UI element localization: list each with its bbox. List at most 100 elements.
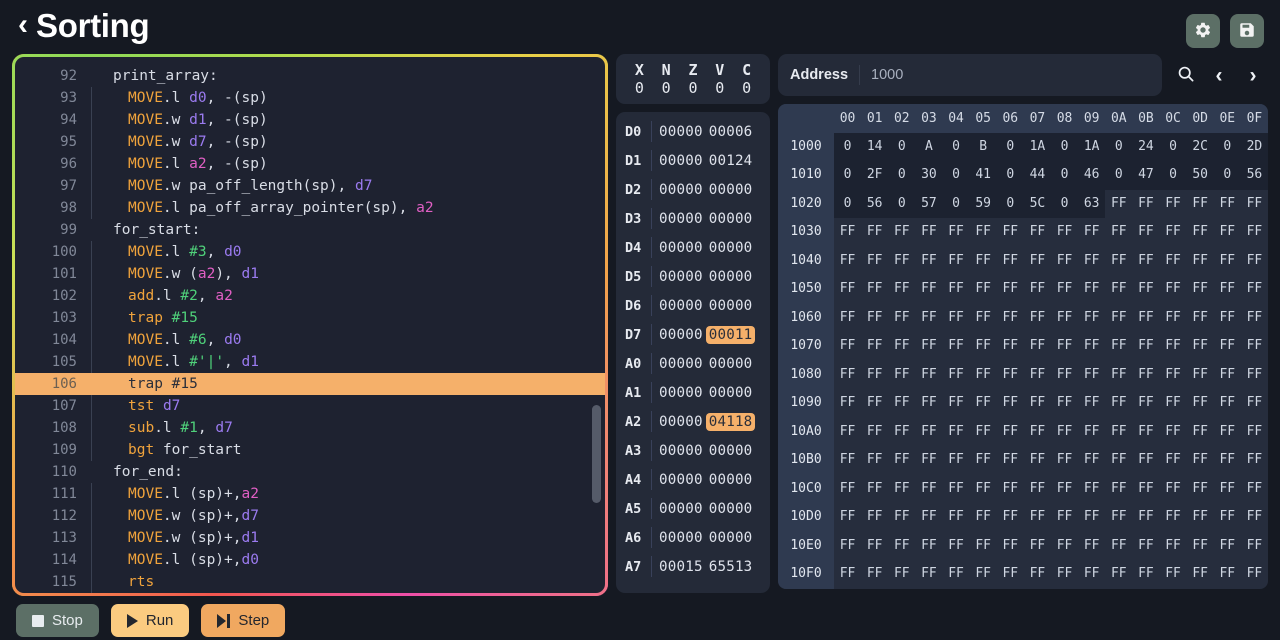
memory-cell[interactable]: FF <box>1051 247 1078 276</box>
memory-cell[interactable]: FF <box>1241 503 1268 532</box>
memory-cell[interactable]: FF <box>970 475 997 504</box>
memory-cell[interactable]: 63 <box>1078 189 1106 218</box>
memory-cell[interactable]: FF <box>1105 361 1132 390</box>
memory-cell[interactable]: FF <box>1132 247 1159 276</box>
memory-cell[interactable]: FF <box>1105 304 1132 333</box>
memory-cell[interactable]: FF <box>915 247 942 276</box>
memory-next-button[interactable]: › <box>1238 58 1268 92</box>
memory-cell[interactable]: FF <box>861 418 888 447</box>
memory-cell[interactable]: 14 <box>861 132 889 161</box>
memory-cell[interactable]: FF <box>1051 532 1078 561</box>
memory-cell[interactable]: FF <box>915 389 942 418</box>
memory-cell[interactable]: FF <box>888 247 915 276</box>
memory-cell[interactable]: FF <box>997 275 1024 304</box>
memory-cell[interactable]: 0 <box>942 189 970 218</box>
memory-cell[interactable]: FF <box>1214 418 1241 447</box>
memory-cell[interactable]: FF <box>1160 532 1187 561</box>
memory-cell[interactable]: FF <box>970 389 997 418</box>
memory-cell[interactable]: FF <box>1078 475 1105 504</box>
memory-cell[interactable]: FF <box>1241 304 1268 333</box>
memory-cell[interactable]: FF <box>997 418 1024 447</box>
memory-cell[interactable]: 0 <box>1051 132 1079 161</box>
code-line[interactable]: 115 rts <box>15 571 605 593</box>
memory-cell[interactable]: FF <box>1078 275 1105 304</box>
memory-cell[interactable]: FF <box>1241 446 1268 475</box>
memory-cell[interactable]: 57 <box>915 189 943 218</box>
memory-cell[interactable]: FF <box>997 218 1024 247</box>
memory-cell[interactable]: FF <box>1214 503 1241 532</box>
memory-cell[interactable]: FF <box>888 304 915 333</box>
code-line[interactable]: 97 MOVE.w pa_off_length(sp), d7 <box>15 175 605 197</box>
memory-cell[interactable]: FF <box>1105 275 1132 304</box>
memory-cell[interactable]: 0 <box>888 132 916 161</box>
memory-cell[interactable]: FF <box>943 304 970 333</box>
memory-cell[interactable]: FF <box>1187 475 1214 504</box>
memory-cell[interactable]: FF <box>1105 332 1132 361</box>
memory-cell[interactable]: FF <box>1132 218 1159 247</box>
memory-cell[interactable]: FF <box>997 475 1024 504</box>
memory-cell[interactable]: FF <box>834 361 861 390</box>
memory-cell[interactable]: 5C <box>1023 189 1051 218</box>
memory-cell[interactable]: 0 <box>1105 161 1133 190</box>
memory-cell[interactable]: FF <box>915 560 942 589</box>
memory-cell[interactable]: FF <box>1187 361 1214 390</box>
memory-cell[interactable]: FF <box>1051 304 1078 333</box>
memory-cell[interactable]: FF <box>1214 560 1241 589</box>
memory-cell[interactable]: FF <box>888 218 915 247</box>
memory-cell[interactable]: FF <box>1024 218 1051 247</box>
memory-cell[interactable]: FF <box>943 475 970 504</box>
code-line[interactable]: 106 trap #15 <box>15 373 605 395</box>
memory-cell[interactable]: FF <box>1105 247 1132 276</box>
register-row-a1[interactable]: A1 00000 00000 <box>616 378 770 407</box>
memory-cell[interactable]: FF <box>1132 275 1159 304</box>
memory-cell[interactable]: FF <box>943 218 970 247</box>
memory-cell[interactable]: FF <box>1214 446 1241 475</box>
memory-cell[interactable]: FF <box>834 304 861 333</box>
memory-cell[interactable]: FF <box>970 503 997 532</box>
code-editor[interactable]: 92 print_array: 93 MOVE.l d0, -(sp) 94 MOVE.w… <box>15 57 605 593</box>
memory-cell[interactable]: FF <box>1132 332 1159 361</box>
memory-cell[interactable]: FF <box>1078 304 1105 333</box>
memory-cell[interactable]: FF <box>915 304 942 333</box>
address-input[interactable]: 1000 <box>871 67 903 83</box>
memory-cell[interactable]: FF <box>1214 304 1241 333</box>
memory-cell[interactable]: FF <box>1105 389 1132 418</box>
code-line[interactable]: 94 MOVE.w d1, -(sp) <box>15 109 605 131</box>
memory-cell[interactable]: FF <box>1024 389 1051 418</box>
memory-cell[interactable]: 0 <box>888 189 916 218</box>
memory-cell[interactable]: FF <box>888 389 915 418</box>
memory-cell[interactable]: FF <box>834 418 861 447</box>
memory-cell[interactable]: FF <box>1241 418 1268 447</box>
memory-cell[interactable]: FF <box>1214 361 1241 390</box>
memory-prev-button[interactable]: ‹ <box>1204 58 1234 92</box>
memory-cell[interactable]: 50 <box>1186 161 1214 190</box>
memory-cell[interactable]: FF <box>1132 532 1159 561</box>
memory-cell[interactable]: FF <box>1160 418 1187 447</box>
memory-cell[interactable]: FF <box>970 247 997 276</box>
memory-cell[interactable]: FF <box>1214 532 1241 561</box>
memory-cell[interactable]: FF <box>1024 503 1051 532</box>
memory-cell[interactable]: FF <box>970 218 997 247</box>
memory-cell[interactable]: FF <box>861 361 888 390</box>
memory-cell[interactable]: 0 <box>1051 161 1079 190</box>
memory-cell[interactable]: FF <box>943 361 970 390</box>
memory-cell[interactable]: FF <box>1024 446 1051 475</box>
memory-cell[interactable]: FF <box>888 361 915 390</box>
memory-cell[interactable]: FF <box>943 332 970 361</box>
code-line[interactable]: 114 MOVE.l (sp)+,d0 <box>15 549 605 571</box>
memory-cell[interactable]: FF <box>1160 247 1187 276</box>
code-line[interactable]: 102 add.l #2, a2 <box>15 285 605 307</box>
memory-cell[interactable]: A <box>915 132 943 161</box>
memory-cell[interactable]: FF <box>943 275 970 304</box>
memory-cell[interactable]: 0 <box>888 161 916 190</box>
memory-cell[interactable]: FF <box>1160 446 1187 475</box>
memory-cell[interactable]: FF <box>1132 361 1159 390</box>
memory-cell[interactable]: FF <box>1214 247 1241 276</box>
memory-cell[interactable]: FF <box>1051 389 1078 418</box>
memory-cell[interactable]: 2F <box>861 161 889 190</box>
memory-cell[interactable]: FF <box>1078 332 1105 361</box>
memory-cell[interactable]: 56 <box>861 189 889 218</box>
code-line[interactable]: 96 MOVE.l a2, -(sp) <box>15 153 605 175</box>
back-chevron-icon[interactable]: ‹ <box>18 10 28 40</box>
memory-cell[interactable]: 0 <box>1159 132 1187 161</box>
